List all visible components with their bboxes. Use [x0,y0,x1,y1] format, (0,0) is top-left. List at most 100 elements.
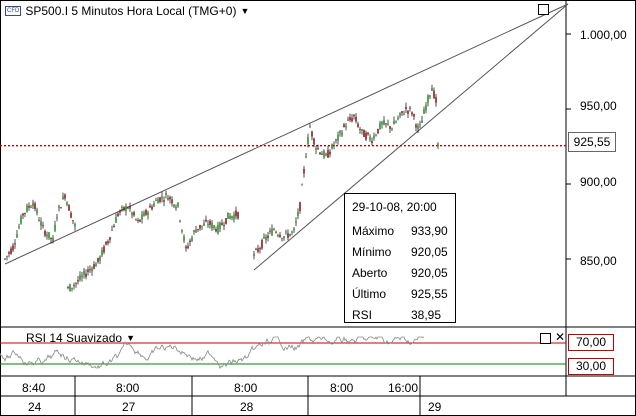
candle-body [36,209,38,214]
day-axis-label: 28 [240,400,254,414]
candle-body [391,128,393,130]
candle-body [111,229,113,231]
candle-body [44,230,46,236]
candle-body [321,153,323,155]
candle-body [261,239,263,249]
candle-body [87,269,89,272]
maximize-icon[interactable] [540,333,551,344]
candle-body [103,246,105,253]
candle-body [48,232,50,239]
candle-body [295,221,297,223]
candle-body [67,287,69,289]
cfd-badge: CFD [5,6,22,16]
current-price-tag: 925,55 [568,132,616,152]
candle-body [205,219,207,222]
candle-body [413,114,415,117]
candle-body [83,270,85,275]
maximize-icon[interactable] [538,4,549,15]
candle-body [255,248,257,250]
day-axis-label: 24 [28,400,42,414]
window-frame [0,0,636,416]
candle-body [69,284,71,292]
candle-body [211,222,213,229]
candle-body [74,223,76,227]
rsi-panel-header[interactable]: RSI 14 Suavizado ▼ [26,331,135,345]
candle-body [163,200,165,202]
candle-body [395,121,397,123]
candle-body [429,95,431,97]
candle-body [393,120,395,125]
candle-body [52,237,54,242]
candle-body [345,125,347,128]
candle-body [385,123,387,125]
price-chart[interactable] [0,0,636,416]
candle-body [265,236,267,240]
candle-body [167,197,169,201]
candle-body [285,231,287,233]
candle-body [187,246,189,249]
candle-body [119,210,121,213]
candle-body [75,282,77,284]
candle-body [361,129,363,131]
time-axis-label: 8:00 [234,381,258,395]
candle-body [421,120,423,123]
candle-body [46,234,48,237]
candle-body [201,225,203,227]
candle-body [379,122,381,130]
candle-body [151,206,153,210]
candle-body [271,228,273,236]
candle-body [303,168,305,174]
caret-down-icon[interactable]: ▼ [240,6,249,16]
candle-body [325,153,327,156]
candle-body [283,236,285,239]
candle-body [22,213,24,216]
candle-body [313,138,315,145]
candle-body [401,111,403,114]
candle-body [72,220,74,222]
candle-body [257,248,259,252]
caret-down-icon[interactable]: ▼ [126,333,135,343]
candle-body [141,214,143,220]
candle-body [335,139,337,141]
candle-body [223,225,225,227]
candle-body [95,263,97,267]
candle-body [89,269,91,271]
candle-body [419,124,421,126]
candle-body [417,125,419,129]
candle-body [375,135,377,137]
candle-body [217,224,219,234]
candle-body [367,132,369,135]
close-icon[interactable]: ✕ [555,331,565,343]
price-axis-label: 850,00 [580,254,617,268]
candle-body [99,256,101,261]
candle-body [14,243,16,245]
candle-body [66,202,68,205]
candle-body [371,140,373,144]
candle-body [431,87,433,91]
candle-body [307,137,309,144]
candle-body [197,228,199,230]
candle-body [373,135,375,139]
candle-body [357,123,359,127]
chart-header[interactable]: CFD SP500.I 5 Minutos Hora Local (TMG+0)… [5,3,249,19]
candle-body [12,245,14,251]
info-row: Máximo 933,90 [352,223,448,238]
instrument-title[interactable]: SP500.I 5 Minutos Hora Local (TMG+0) [25,4,236,18]
candle-body [173,204,175,207]
candle-body [131,212,133,216]
candle-body [207,224,209,226]
candle-body [121,206,123,208]
candle-body [185,246,187,249]
candle-body [181,229,183,232]
candle-body [427,95,429,103]
candle-body [193,230,195,232]
price-axis-label: 950,00 [580,99,617,113]
candle-body [199,224,201,229]
time-axis-label: 8:40 [22,381,46,395]
candle-body [387,123,389,125]
candle-body [403,113,405,115]
candle-body [4,258,6,260]
rsi-title[interactable]: RSI 14 Suavizado [26,331,122,345]
candle-body [203,223,205,226]
candle-body [28,205,30,208]
